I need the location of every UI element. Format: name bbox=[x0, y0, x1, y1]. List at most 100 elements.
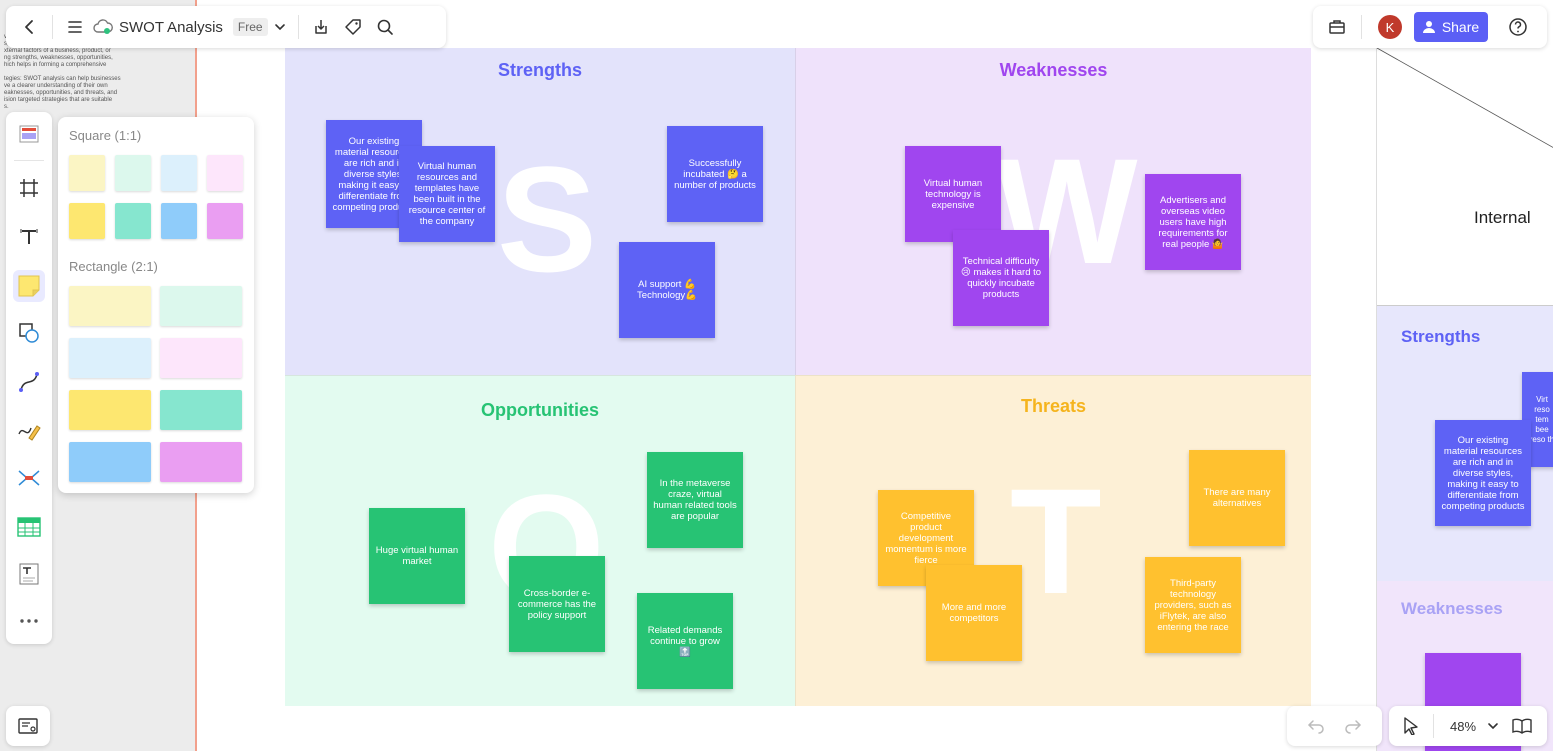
download-icon[interactable] bbox=[305, 11, 337, 43]
document-line: ng strengths, weaknesses, opportunities, bbox=[4, 55, 113, 61]
rectangle-section-title: Rectangle (2:1) bbox=[69, 259, 158, 274]
document-title[interactable]: SWOT Analysis bbox=[119, 19, 223, 36]
help-icon[interactable] bbox=[1502, 11, 1534, 43]
text-template-tool-icon[interactable] bbox=[13, 558, 45, 590]
back-arrow-icon[interactable] bbox=[14, 11, 46, 43]
mindmap-tool-icon[interactable] bbox=[13, 462, 45, 494]
search-icon[interactable] bbox=[369, 11, 401, 43]
preview-internal-label: Internal bbox=[1474, 208, 1531, 227]
square-color-swatch[interactable] bbox=[115, 155, 151, 191]
weaknesses-quadrant[interactable]: Weaknesses W Virtual human technology is… bbox=[795, 48, 1311, 375]
opportunities-quadrant[interactable]: Opportunities O Huge virtual human marke… bbox=[285, 375, 795, 706]
quadrant-title: Opportunities bbox=[481, 400, 599, 420]
top-right-toolbar: K Share bbox=[1313, 6, 1547, 48]
square-color-swatch[interactable] bbox=[161, 203, 197, 239]
square-color-swatch[interactable] bbox=[207, 203, 243, 239]
quadrant-title: Threats bbox=[1020, 396, 1087, 416]
sticky-note[interactable]: There are many alternatives bbox=[1189, 450, 1285, 546]
more-tools-icon[interactable] bbox=[13, 605, 45, 637]
book-icon[interactable] bbox=[1510, 710, 1534, 742]
document-line: hich helps in forming a comprehensive bbox=[4, 62, 107, 68]
template-preview-panel[interactable]: Internal Strengths Virt reso tem bee res… bbox=[1376, 48, 1553, 751]
chevron-down-icon[interactable] bbox=[1486, 710, 1500, 742]
add-user-icon bbox=[1422, 21, 1435, 33]
divider bbox=[52, 15, 53, 39]
tag-icon[interactable] bbox=[337, 11, 369, 43]
menu-icon[interactable] bbox=[59, 11, 91, 43]
sticky-note[interactable]: AI support 💪Technology💪 bbox=[619, 242, 715, 338]
text-tool-icon[interactable] bbox=[13, 221, 45, 253]
square-color-swatch[interactable] bbox=[207, 155, 243, 191]
plan-badge: Free bbox=[232, 18, 268, 36]
top-toolbar: SWOT Analysis Free bbox=[6, 6, 446, 48]
diagonal-line-shape bbox=[1377, 48, 1553, 148]
preview-weaknesses-title: Weaknesses bbox=[1401, 599, 1503, 618]
sticky-note[interactable]: Successfully incubated 🤔 a number of pro… bbox=[667, 126, 763, 222]
square-color-swatch[interactable] bbox=[115, 203, 151, 239]
quadrant-letter: T bbox=[1010, 457, 1102, 625]
document-line: ision targeted strategies that are suita… bbox=[4, 97, 113, 103]
left-toolbar bbox=[6, 112, 52, 644]
divider bbox=[1361, 15, 1362, 39]
sticky-note[interactable]: Technical difficulty 😢 makes it hard to … bbox=[953, 230, 1049, 326]
quadrant-title: Strengths bbox=[497, 60, 582, 80]
sticky-note[interactable]: Advertisers and overseas video users hav… bbox=[1145, 174, 1241, 270]
rectangle-color-swatch[interactable] bbox=[69, 286, 151, 326]
share-button[interactable]: Share bbox=[1414, 12, 1488, 42]
square-color-swatch[interactable] bbox=[161, 155, 197, 191]
sticky-note[interactable]: In the metaverse craze, virtual human re… bbox=[647, 452, 743, 548]
document-line: eaknesses, opportunities, and threats, a… bbox=[4, 90, 118, 96]
rectangle-color-swatch[interactable] bbox=[69, 390, 151, 430]
undo-icon[interactable] bbox=[1300, 710, 1332, 742]
zoom-level[interactable]: 48% bbox=[1450, 719, 1476, 734]
sticky-note-palette: Square (1:1) Rectangle (2:1) bbox=[58, 117, 254, 493]
sticky-note[interactable]: Third-party technology providers, such a… bbox=[1145, 557, 1241, 653]
document-line bbox=[0, 69, 195, 76]
undo-redo-bar bbox=[1287, 706, 1382, 746]
sticky-note[interactable]: More and more competitors bbox=[926, 565, 1022, 661]
table-tool-icon[interactable] bbox=[13, 511, 45, 543]
document-line: xternal factors of a business, product, … bbox=[4, 48, 111, 54]
preview-strengths-quadrant: Strengths Virt reso tem bee reso th Our … bbox=[1377, 306, 1553, 581]
template-tool-icon[interactable] bbox=[13, 118, 45, 150]
document-line: s. bbox=[4, 104, 9, 110]
quadrant-letter: S bbox=[497, 135, 598, 303]
zoom-bar: 48% bbox=[1389, 706, 1547, 746]
rectangle-color-swatch[interactable] bbox=[160, 338, 242, 378]
square-color-swatch[interactable] bbox=[69, 155, 105, 191]
sticky-note[interactable]: Cross-border e-commerce has the policy s… bbox=[509, 556, 605, 652]
sticky-note[interactable]: Related demands continue to grow 🔝 bbox=[637, 593, 733, 689]
sticky-note[interactable]: Huge virtual human market bbox=[369, 508, 465, 604]
redo-icon[interactable] bbox=[1337, 710, 1369, 742]
shape-tool-icon[interactable] bbox=[13, 317, 45, 349]
threats-quadrant[interactable]: Threats T Competitive product developmen… bbox=[795, 375, 1311, 706]
cloud-sync-icon bbox=[91, 11, 115, 43]
sticky-note-tool-icon[interactable] bbox=[13, 270, 45, 302]
square-section-title: Square (1:1) bbox=[69, 128, 142, 143]
rectangle-color-swatch[interactable] bbox=[160, 442, 242, 482]
rectangle-color-swatch[interactable] bbox=[69, 338, 151, 378]
frame-tool-icon[interactable] bbox=[13, 172, 45, 204]
divider bbox=[1433, 714, 1434, 738]
rectangle-color-swatch[interactable] bbox=[160, 286, 242, 326]
user-avatar[interactable]: K bbox=[1378, 15, 1402, 39]
minimap-icon bbox=[18, 718, 38, 734]
sticky-note[interactable]: Virtual human resources and templates ha… bbox=[399, 146, 495, 242]
strengths-quadrant[interactable]: Strengths S Our existing material resour… bbox=[285, 48, 795, 375]
preview-sticky-note: Our existing material resources are rich… bbox=[1435, 420, 1531, 526]
rectangle-color-swatch[interactable] bbox=[160, 390, 242, 430]
document-line: tegies: SWOT analysis can help businesse… bbox=[4, 76, 121, 82]
connector-tool-icon[interactable] bbox=[13, 366, 45, 398]
chevron-down-icon[interactable] bbox=[268, 11, 292, 43]
quadrant-title: Weaknesses bbox=[999, 60, 1108, 80]
square-color-swatch[interactable] bbox=[69, 203, 105, 239]
share-button-label: Share bbox=[1441, 19, 1480, 35]
template-briefcase-icon[interactable] bbox=[1321, 11, 1353, 43]
pointer-icon[interactable] bbox=[1399, 710, 1423, 742]
minimap-toggle[interactable] bbox=[6, 706, 50, 746]
divider bbox=[14, 160, 44, 161]
rectangle-color-swatch[interactable] bbox=[69, 442, 151, 482]
document-line: ve a clearer understanding of their own bbox=[4, 83, 108, 89]
pen-tool-icon[interactable] bbox=[13, 415, 45, 447]
sticky-note[interactable]: Virtual human technology is expensive bbox=[905, 146, 1001, 242]
